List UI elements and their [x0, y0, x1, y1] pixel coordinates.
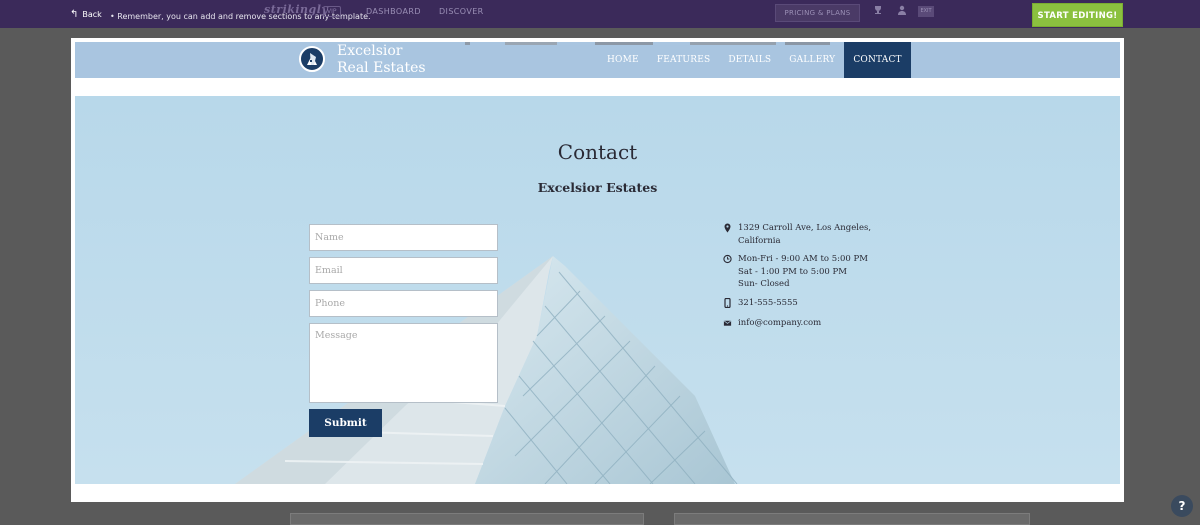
- contact-subtitle: Excelsior Estates: [537, 180, 658, 195]
- email-input[interactable]: [309, 257, 498, 284]
- dashboard-link[interactable]: DASHBOARD: [366, 0, 421, 24]
- brand-line-2: Real Estates: [337, 60, 426, 76]
- nav-gallery[interactable]: GALLERY: [780, 42, 844, 78]
- nav-home[interactable]: HOME: [598, 42, 648, 78]
- back-arrow-icon: ↰: [70, 8, 79, 20]
- start-editing-button[interactable]: START EDITING!: [1032, 3, 1123, 27]
- nav-features[interactable]: FEATURES: [648, 42, 720, 78]
- envelope-icon: [723, 320, 732, 326]
- nav-details[interactable]: DETAILS: [719, 42, 780, 78]
- nav-contact[interactable]: CONTACT: [844, 42, 911, 78]
- pricing-plans-button[interactable]: PRICING & PLANS: [775, 4, 860, 22]
- hours-text: Mon-Fri - 9:00 AM to 5:00 PM Sat - 1:00 …: [738, 254, 868, 289]
- name-input[interactable]: [309, 224, 498, 251]
- clock-icon: [723, 254, 732, 264]
- exit-button[interactable]: EXIT: [918, 6, 934, 17]
- brand-logo-icon[interactable]: [299, 46, 325, 72]
- discover-link[interactable]: DISCOVER: [439, 0, 484, 24]
- contact-section: Contact Excelsior Estates Submit 1329 Ca…: [75, 96, 1120, 484]
- help-button[interactable]: ?: [1171, 495, 1193, 517]
- address-text: 1329 Carroll Ave, Los Angeles, Californi…: [738, 223, 872, 246]
- back-button[interactable]: ↰ Back: [70, 0, 102, 28]
- message-textarea[interactable]: [309, 323, 498, 403]
- phone-input[interactable]: [309, 290, 498, 317]
- brand-line-1: Excelsior: [337, 43, 403, 59]
- brand-name[interactable]: Excelsior Real Estates: [337, 43, 426, 77]
- site-nav: HOME FEATURES DETAILS GALLERY CONTACT: [598, 42, 911, 78]
- template-preview-frame: Excelsior Real Estates HOME FEATURES DET…: [71, 38, 1124, 502]
- map-pin-icon: [724, 223, 731, 233]
- site-header: Excelsior Real Estates HOME FEATURES DET…: [75, 42, 1120, 78]
- email-text[interactable]: info@company.com: [738, 317, 821, 330]
- next-section-card: [674, 513, 1030, 525]
- trophy-icon[interactable]: [871, 5, 885, 19]
- submit-button[interactable]: Submit: [309, 409, 382, 437]
- phone-text[interactable]: 321-555-5555: [738, 297, 798, 310]
- editor-top-bar: ↰ Back • Remember, you can add and remov…: [0, 0, 1200, 28]
- strikingly-logo[interactable]: strikingly: [264, 3, 328, 16]
- vip-badge: VIP: [323, 6, 341, 17]
- next-section-card: [290, 513, 644, 525]
- phone-icon: [724, 298, 731, 308]
- back-label: Back: [82, 9, 102, 19]
- user-icon[interactable]: [895, 5, 909, 19]
- contact-title: Contact: [557, 140, 638, 164]
